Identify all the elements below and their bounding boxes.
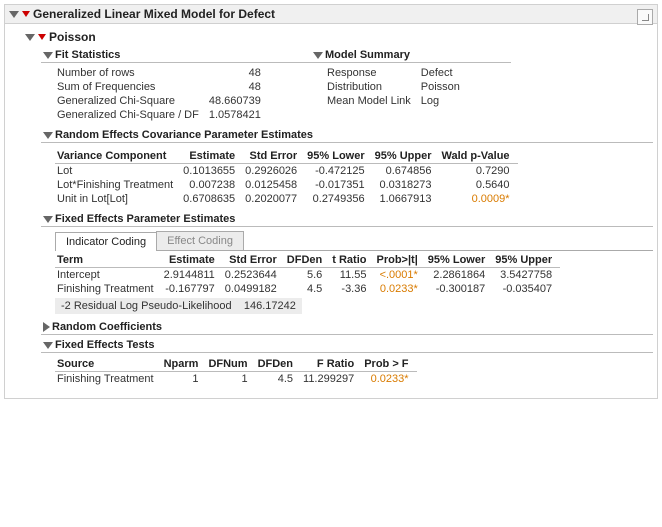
fixed-params-table: Term Estimate Std Error DFDen t Ratio Pr… — [55, 253, 560, 296]
model-summary-box: Model Summary ResponseDefect Distributio… — [311, 48, 511, 108]
main-title: Generalized Linear Mixed Model for Defec… — [33, 7, 275, 21]
random-cov-box: Random Effects Covariance Parameter Esti… — [41, 128, 653, 206]
main-header: Generalized Linear Mixed Model for Defec… — [5, 5, 657, 24]
fit-stats-box: Fit Statistics Number of rows48 Sum of F… — [41, 48, 311, 122]
disclosure-icon[interactable] — [9, 11, 19, 18]
table-row: DistributionPoisson — [325, 80, 468, 94]
fixed-tests-box: Fixed Effects Tests Source Nparm DFNum D… — [41, 338, 653, 386]
table-row: Finishing Treatment 1 1 4.5 11.299297 0.… — [55, 372, 417, 387]
summary-row: Fit Statistics Number of rows48 Sum of F… — [41, 48, 653, 122]
disclosure-icon[interactable] — [43, 322, 50, 332]
coding-tabs: Indicator Coding Effect Coding — [55, 231, 653, 251]
residual-ll-row: -2 Residual Log Pseudo-Likelihood 146.17… — [55, 298, 302, 314]
popout-icon[interactable] — [637, 9, 653, 25]
table-row: Finishing Treatment -0.167797 0.0499182 … — [55, 282, 560, 296]
disclosure-icon[interactable] — [313, 52, 323, 59]
disclosure-icon[interactable] — [43, 216, 53, 223]
fixed-params-box: Fixed Effects Parameter Estimates Indica… — [41, 212, 653, 314]
random-cov-header: Random Effects Covariance Parameter Esti… — [41, 128, 653, 143]
fit-stats-table: Number of rows48 Sum of Frequencies48 Ge… — [55, 66, 269, 122]
table-header-row: Source Nparm DFNum DFDen F Ratio Prob > … — [55, 357, 417, 372]
table-row: Generalized Chi-Square / DF1.0578421 — [55, 108, 269, 122]
table-header-row: Term Estimate Std Error DFDen t Ratio Pr… — [55, 253, 560, 268]
fixed-tests-table: Source Nparm DFNum DFDen F Ratio Prob > … — [55, 357, 417, 386]
fit-stats-title: Fit Statistics — [55, 49, 120, 61]
random-coef-box: Random Coefficients — [41, 320, 653, 335]
disclosure-icon[interactable] — [25, 34, 35, 41]
random-coef-header: Random Coefficients — [41, 320, 653, 335]
disclosure-icon[interactable] — [43, 132, 53, 139]
table-row: Mean Model LinkLog — [325, 94, 468, 108]
random-cov-table: Variance Component Estimate Std Error 95… — [55, 149, 518, 206]
tab-effect-coding[interactable]: Effect Coding — [156, 231, 244, 250]
hotspot-icon[interactable] — [37, 32, 47, 42]
fixed-tests-title: Fixed Effects Tests — [55, 339, 154, 351]
table-header-row: Variance Component Estimate Std Error 95… — [55, 149, 518, 164]
table-row: Number of rows48 — [55, 66, 269, 80]
main-panel: Generalized Linear Mixed Model for Defec… — [4, 4, 658, 399]
table-row: Unit in Lot[Lot] 0.6708635 0.2020077 0.2… — [55, 192, 518, 206]
model-summary-header: Model Summary — [311, 48, 511, 63]
residual-ll-label: -2 Residual Log Pseudo-Likelihood — [61, 300, 232, 312]
poisson-header: Poisson — [23, 26, 655, 46]
poisson-title: Poisson — [49, 30, 96, 44]
table-row: Intercept 2.9144811 0.2523644 5.6 11.55 … — [55, 268, 560, 283]
fixed-tests-header: Fixed Effects Tests — [41, 338, 653, 353]
model-summary-table: ResponseDefect DistributionPoisson Mean … — [325, 66, 468, 108]
fixed-params-header: Fixed Effects Parameter Estimates — [41, 212, 653, 227]
hotspot-icon[interactable] — [21, 9, 31, 19]
table-row: ResponseDefect — [325, 66, 468, 80]
disclosure-icon[interactable] — [43, 342, 53, 349]
table-row: Lot*Finishing Treatment 0.007238 0.01254… — [55, 178, 518, 192]
table-row: Lot 0.1013655 0.2926026 -0.472125 0.6748… — [55, 164, 518, 179]
random-cov-title: Random Effects Covariance Parameter Esti… — [55, 129, 313, 141]
model-summary-title: Model Summary — [325, 49, 410, 61]
table-row: Generalized Chi-Square48.660739 — [55, 94, 269, 108]
fixed-params-title: Fixed Effects Parameter Estimates — [55, 213, 235, 225]
random-coef-title: Random Coefficients — [52, 321, 162, 333]
disclosure-icon[interactable] — [43, 52, 53, 59]
residual-ll-value: 146.17242 — [244, 300, 296, 312]
fit-stats-header: Fit Statistics — [41, 48, 311, 63]
table-row: Sum of Frequencies48 — [55, 80, 269, 94]
tab-indicator-coding[interactable]: Indicator Coding — [55, 232, 157, 251]
